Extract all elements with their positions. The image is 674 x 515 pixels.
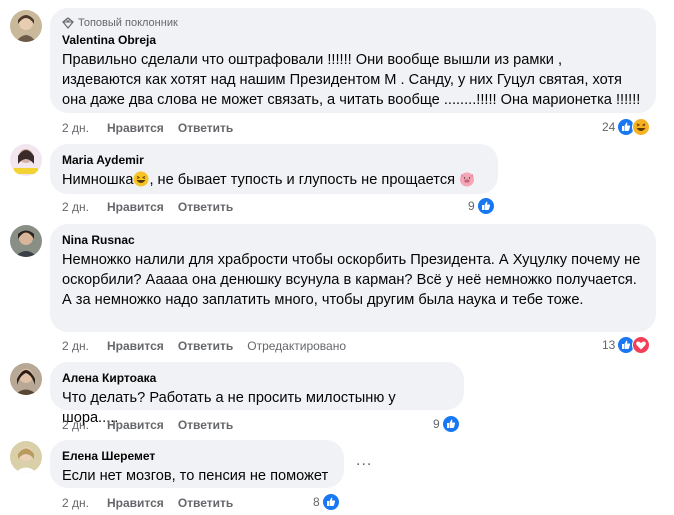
avatar[interactable]	[10, 441, 42, 473]
reply-button[interactable]: Ответить	[178, 417, 233, 433]
comment-time[interactable]: 2 дн.	[62, 495, 89, 511]
comment-actions: 2 дн. Нравится Ответить	[62, 495, 247, 511]
avatar[interactable]	[10, 363, 42, 395]
comment-time[interactable]: 2 дн.	[62, 417, 89, 433]
comment-author[interactable]: Nina Rusnac	[62, 232, 644, 248]
avatar[interactable]	[10, 10, 42, 42]
comment-bubble: Алена Киртоака Что делать? Работать а не…	[50, 362, 464, 426]
comment-actions: 2 дн. Нравится Ответить Отредактировано	[62, 338, 360, 354]
comment-text: Если нет мозгов, то пенсия не поможет	[62, 468, 329, 484]
reaction-summary[interactable]: 8	[313, 493, 340, 511]
reply-button[interactable]: Ответить	[178, 338, 233, 354]
like-icon	[476, 197, 495, 215]
like-button[interactable]: Нравится	[107, 199, 164, 215]
like-button[interactable]: Нравится	[107, 495, 164, 511]
comment-text: Нимношка , не бывает тупость и глупость н…	[62, 170, 486, 190]
comment-actions: 2 дн. Нравится Ответить	[62, 417, 247, 433]
love-icon	[632, 336, 651, 354]
pig-emoji-icon	[460, 172, 475, 187]
reaction-count: 24	[602, 120, 616, 134]
comment-bubble: Елена Шеремет Если нет мозгов, то пенсия…	[50, 440, 344, 488]
comment-actions: 2 дн. Нравится Ответить	[62, 120, 247, 136]
reaction-summary[interactable]: 9	[468, 197, 495, 215]
comment-text-part: , не бывает тупость и глупость не прощае…	[149, 172, 456, 188]
comment-bubble: Топовый поклонник Valentina Obreja Прави…	[50, 8, 656, 113]
reply-button[interactable]: Ответить	[178, 120, 233, 136]
comment-author[interactable]: Алена Киртоака	[62, 370, 452, 386]
comment-bubble: Nina Rusnac Немножко налили для храброст…	[50, 224, 656, 332]
top-fan-badge: Топовый поклонник	[62, 16, 644, 30]
like-icon	[321, 493, 340, 511]
comment-author[interactable]: Valentina Obreja	[62, 32, 644, 48]
edited-label: Отредактировано	[247, 339, 347, 353]
like-button[interactable]: Нравится	[107, 120, 164, 136]
reaction-count: 9	[468, 199, 475, 213]
avatar[interactable]	[10, 144, 42, 176]
comment-bubble: Maria Aydemir Нимношка , не бывает тупост…	[50, 144, 498, 194]
avatar[interactable]	[10, 225, 42, 257]
comment-time[interactable]: 2 дн.	[62, 199, 89, 215]
more-options-button[interactable]: ...	[356, 452, 372, 470]
reaction-summary[interactable]: 9	[433, 415, 460, 433]
comment-author[interactable]: Maria Aydemir	[62, 152, 486, 168]
comment-text: Немножко налили для храбрости чтобы оско…	[62, 252, 641, 308]
comment-actions: 2 дн. Нравится Ответить	[62, 199, 247, 215]
comment-author[interactable]: Елена Шеремет	[62, 448, 332, 464]
like-icon	[441, 415, 460, 433]
like-button[interactable]: Нравится	[107, 417, 164, 433]
reaction-count: 13	[602, 338, 616, 352]
like-button[interactable]: Нравится	[107, 338, 164, 354]
laughing-emoji-icon	[133, 171, 149, 187]
comment-time[interactable]: 2 дн.	[62, 338, 89, 354]
comment-time[interactable]: 2 дн.	[62, 120, 89, 136]
reply-button[interactable]: Ответить	[178, 495, 233, 511]
reply-button[interactable]: Ответить	[178, 199, 233, 215]
reaction-count: 9	[433, 417, 440, 431]
diamond-icon	[62, 17, 74, 29]
reaction-count: 8	[313, 495, 320, 509]
haha-icon	[632, 118, 651, 136]
reaction-summary[interactable]: 13	[602, 336, 651, 354]
comment-text-part: Нимношка	[62, 172, 134, 188]
badge-label: Топовый поклонник	[78, 17, 178, 29]
reaction-summary[interactable]: 24	[602, 118, 651, 136]
comment-text: Правильно сделали что оштрафовали !!!!!!…	[62, 52, 641, 108]
